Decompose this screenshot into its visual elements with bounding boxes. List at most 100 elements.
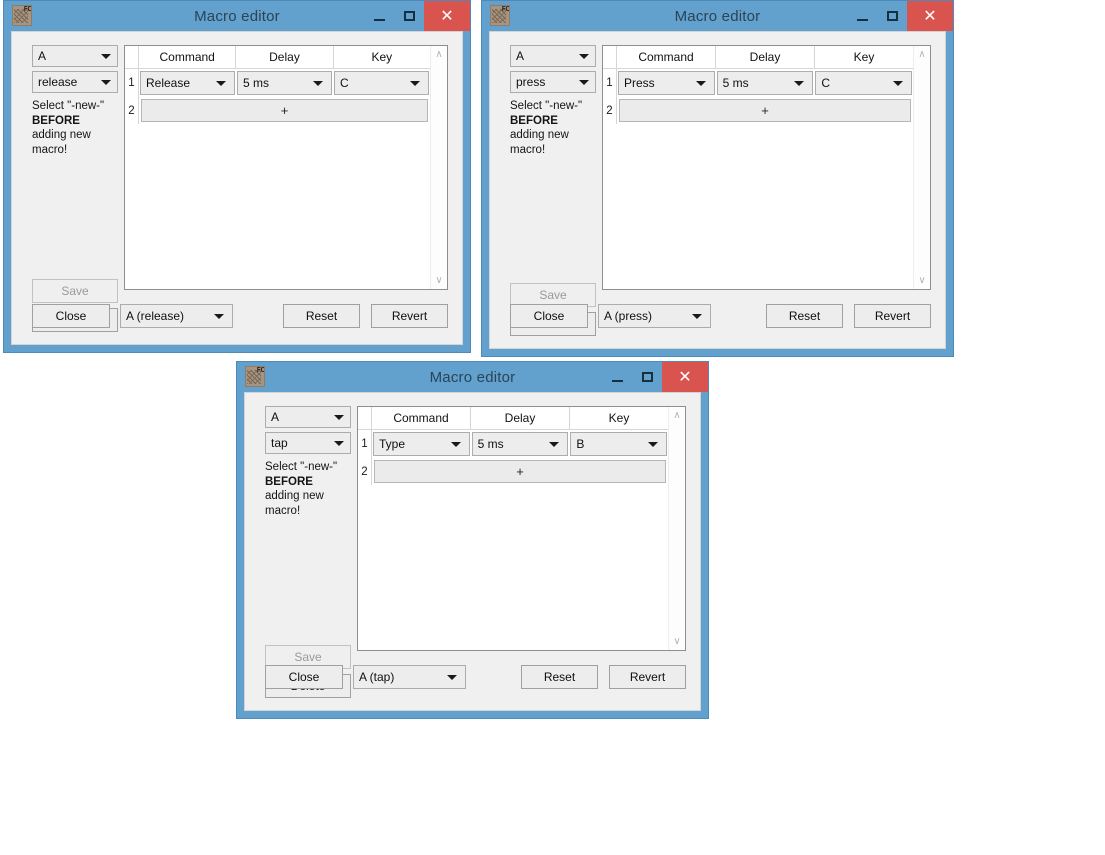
reset-button[interactable]: Reset [766,304,843,328]
reset-button[interactable]: Reset [283,304,360,328]
add-cell: + [617,97,913,124]
app-icon-label: FC [256,366,264,374]
revert-button[interactable]: Revert [371,304,448,328]
grid-corner [603,46,617,69]
macro-editor-window-press[interactable]: FC Macro editor ✕ A press Select "-new-"… [481,0,954,357]
minimize-button[interactable] [847,1,877,31]
macro-step-grid: Command Delay Key 1 Press 5 ms C 2 + ∧ ∨ [602,45,931,290]
key-select[interactable]: A [265,406,351,428]
scroll-up-icon[interactable]: ∧ [669,407,685,424]
event-select[interactable]: press [510,71,596,93]
grid-header-row: Command Delay Key [125,46,430,69]
reset-button[interactable]: Reset [521,665,598,689]
scroll-up-icon[interactable]: ∧ [431,46,447,63]
add-cell: + [139,97,430,124]
chevron-down-icon [216,81,226,86]
macro-select[interactable]: A (tap) [353,665,466,689]
column-header-command: Command [617,46,716,69]
chevron-down-icon [579,54,589,59]
chevron-down-icon [450,442,461,447]
table-row-add: 2 + [358,458,668,485]
key-value-select[interactable]: B [570,432,668,456]
maximize-button[interactable] [877,1,907,31]
command-select[interactable]: Press [618,71,715,95]
save-button[interactable]: Save [32,279,118,303]
hint-line-3: adding new [510,129,569,141]
command-value: Press [624,76,655,90]
grid-body: Command Delay Key 1 Press 5 ms C 2 + [603,46,913,289]
hint-line-2: BEFORE [32,114,80,127]
close-icon[interactable]: ✕ [662,362,708,392]
event-select[interactable]: tap [265,432,351,454]
title-bar[interactable]: FC Macro editor ✕ [237,362,708,392]
delay-select[interactable]: 5 ms [471,432,569,456]
delay-select[interactable]: 5 ms [716,71,814,95]
grid-corner [358,407,372,430]
revert-button[interactable]: Revert [854,304,931,328]
revert-button[interactable]: Revert [609,665,686,689]
key-select[interactable]: A [510,45,596,67]
command-select[interactable]: Type [373,432,470,456]
macro-select[interactable]: A (release) [120,304,233,328]
grid-scrollbar[interactable]: ∧ ∨ [430,46,447,289]
app-icon: FC [490,5,510,26]
chevron-down-icon [313,81,323,86]
minimize-button[interactable] [364,1,394,31]
add-step-button[interactable]: + [374,460,666,483]
cell-key: B [569,430,668,458]
grid-scrollbar[interactable]: ∧ ∨ [668,407,685,650]
chevron-down-icon [101,80,111,85]
grid-header-row: Command Delay Key [358,407,668,430]
key-value-select[interactable]: C [334,71,429,95]
title-bar[interactable]: FC Macro editor ✕ [482,1,953,31]
grid-empty-area [603,124,913,289]
chevron-down-icon [549,442,560,447]
maximize-button[interactable] [632,362,662,392]
key-select-value: A [516,49,525,63]
macro-select[interactable]: A (press) [598,304,711,328]
close-button[interactable]: Close [265,665,343,689]
key-value: B [576,437,585,451]
key-select[interactable]: A [32,45,118,67]
column-header-key: Key [570,407,668,430]
chevron-down-icon [695,81,706,86]
close-button[interactable]: Close [510,304,588,328]
app-icon-label: FC [501,5,509,13]
chevron-down-icon [447,675,457,680]
command-select[interactable]: Release [140,71,235,95]
scroll-down-icon[interactable]: ∨ [914,272,930,289]
title-bar[interactable]: FC Macro editor ✕ [4,1,470,31]
window-controls: ✕ [602,362,708,392]
close-button[interactable]: Close [32,304,110,328]
grid-corner [125,46,139,69]
macro-editor-window-tap[interactable]: FC Macro editor ✕ A tap Select "-new-" B… [236,361,709,719]
column-header-key: Key [333,46,430,69]
grid-empty-area [358,485,668,650]
scroll-up-icon[interactable]: ∧ [914,46,930,63]
row-number: 2 [603,97,617,124]
cell-delay: 5 ms [716,69,815,97]
close-icon[interactable]: ✕ [907,1,953,31]
grid-scrollbar[interactable]: ∧ ∨ [913,46,930,289]
table-row: 1 Press 5 ms C [603,69,913,97]
add-step-button[interactable]: + [141,99,428,122]
cell-key: C [333,69,430,97]
delay-select[interactable]: 5 ms [237,71,332,95]
column-header-key: Key [815,46,913,69]
command-value: Type [379,437,406,451]
scroll-down-icon[interactable]: ∨ [431,272,447,289]
key-value-select[interactable]: C [815,71,913,95]
event-select[interactable]: release [32,71,118,93]
chevron-down-icon [101,54,111,59]
add-step-button[interactable]: + [619,99,911,122]
app-icon: FC [12,5,32,26]
minimize-button[interactable] [602,362,632,392]
chevron-down-icon [648,442,659,447]
chevron-down-icon [692,314,702,319]
hint-line-2: BEFORE [510,114,558,127]
macro-editor-window-release[interactable]: FC Macro editor ✕ A release Select "-new… [3,0,471,353]
hint-line-2: BEFORE [265,475,313,488]
scroll-down-icon[interactable]: ∨ [669,633,685,650]
maximize-button[interactable] [394,1,424,31]
close-icon[interactable]: ✕ [424,1,470,31]
